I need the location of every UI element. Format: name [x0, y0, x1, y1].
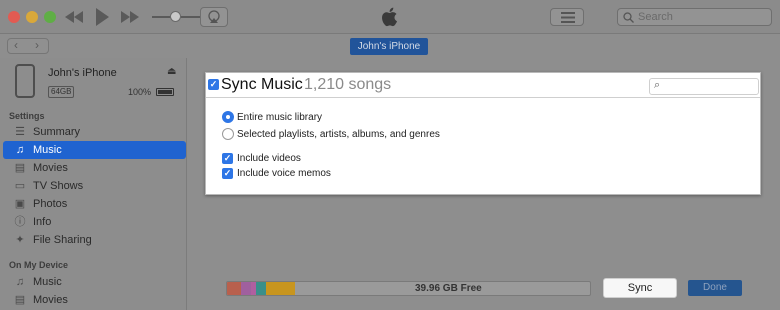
- storage-segment-apps: [256, 282, 266, 295]
- storage-segment-audio: [227, 282, 241, 295]
- device-summary[interactable]: John's iPhone ⏏ 64GB 100%: [0, 58, 187, 106]
- sidebar-item-tv-shows[interactable]: ▭ TV Shows: [0, 177, 187, 195]
- include-voice-memos-checkbox[interactable]: ✓: [222, 168, 233, 179]
- play-icon[interactable]: [94, 7, 110, 27]
- forward-arrow-icon[interactable]: ›: [35, 38, 39, 52]
- storage-segment-other: [266, 282, 295, 295]
- capacity-badge: 64GB: [48, 86, 75, 98]
- sidebar-item-summary[interactable]: ☰ Summary: [0, 123, 187, 141]
- device-button[interactable]: John's iPhone: [350, 38, 428, 55]
- selected-items-label: Selected playlists, artists, albums, and…: [237, 129, 440, 140]
- airplay-button[interactable]: [200, 7, 228, 27]
- title-bar: Search: [0, 0, 780, 34]
- battery-icon: [156, 88, 174, 96]
- file-sharing-icon: ✦: [15, 234, 25, 246]
- sidebar-item-music[interactable]: ♫ Music: [3, 141, 186, 159]
- storage-segment-video: [241, 282, 251, 295]
- sidebar-item-label: Info: [33, 216, 52, 228]
- info-icon: ⓘ: [14, 216, 26, 228]
- airplay-icon: [208, 10, 220, 23]
- back-arrow-icon[interactable]: ‹: [14, 38, 18, 52]
- settings-header: Settings: [9, 111, 45, 121]
- sidebar: John's iPhone ⏏ 64GB 100% Settings ☰ Sum…: [0, 58, 187, 310]
- back-forward-buttons: ‹ ›: [7, 38, 49, 54]
- song-count: 1,210 songs: [304, 76, 392, 93]
- zoom-window-button[interactable]: [44, 11, 56, 23]
- sync-music-checkbox[interactable]: ✓: [208, 79, 219, 90]
- sidebar-item-label: Movies: [33, 162, 68, 174]
- include-voice-memos-label: Include voice memos: [237, 168, 331, 179]
- sidebar-item-label: Photos: [33, 198, 68, 210]
- list-view-button[interactable]: [550, 8, 584, 26]
- sidebar-item-file-sharing[interactable]: ✦ File Sharing: [0, 231, 187, 249]
- volume-slider-knob[interactable]: [170, 11, 181, 22]
- sidebar-item-label: Summary: [33, 126, 81, 138]
- sidebar-item-photos[interactable]: ▣ Photos: [0, 195, 187, 213]
- panel-title: Sync Music: [221, 76, 303, 93]
- device-name: John's iPhone: [48, 67, 117, 79]
- sidebar-item-info[interactable]: ⓘ Info: [0, 213, 187, 231]
- music-note-icon: ♫: [15, 276, 25, 288]
- free-space-label: 39.96 GB Free: [415, 283, 482, 294]
- search-icon: ⌕: [654, 79, 661, 91]
- selected-items-radio[interactable]: [222, 128, 234, 140]
- sync-music-panel: ✓ Sync Music 1,210 songs ⌕ Entire music …: [205, 72, 761, 195]
- music-search-field[interactable]: ⌕: [649, 78, 759, 95]
- sidebar-item-device-movies[interactable]: ▤ Movies: [0, 291, 187, 309]
- done-button[interactable]: Done: [688, 280, 742, 296]
- music-note-icon: ♫: [15, 144, 25, 156]
- tv-icon: ▭: [14, 180, 26, 192]
- entire-library-radio[interactable]: [222, 111, 234, 123]
- sidebar-item-label: Music: [33, 276, 62, 288]
- entire-library-label: Entire music library: [237, 112, 323, 123]
- sync-button[interactable]: Sync: [603, 278, 677, 298]
- search-icon: [623, 12, 634, 23]
- eject-icon[interactable]: ⏏: [167, 66, 176, 77]
- film-icon: ▤: [14, 162, 26, 174]
- summary-icon: ☰: [15, 126, 25, 138]
- fast-forward-icon[interactable]: [120, 9, 140, 25]
- sidebar-item-device-music[interactable]: ♫ Music: [0, 273, 187, 291]
- panel-header: ✓ Sync Music 1,210 songs ⌕: [206, 73, 760, 98]
- battery-percentage: 100%: [128, 87, 152, 97]
- sidebar-item-movies[interactable]: ▤ Movies: [0, 159, 187, 177]
- film-icon: ▤: [14, 294, 26, 306]
- search-field[interactable]: Search: [617, 8, 772, 26]
- sidebar-item-label: File Sharing: [33, 234, 92, 246]
- search-placeholder: Search: [638, 11, 673, 23]
- minimize-window-button[interactable]: [26, 11, 38, 23]
- iphone-icon: [15, 64, 35, 98]
- on-my-device-header: On My Device: [9, 260, 69, 270]
- storage-usage-bar: 39.96 GB Free: [226, 281, 591, 296]
- close-window-button[interactable]: [8, 11, 20, 23]
- rewind-icon[interactable]: [64, 9, 84, 25]
- sidebar-item-label: Music: [33, 144, 62, 156]
- sidebar-item-label: TV Shows: [33, 180, 84, 192]
- list-icon: [561, 12, 575, 23]
- navigation-bar: ‹ › John's iPhone: [0, 34, 780, 58]
- apple-logo-icon: [382, 7, 397, 27]
- sidebar-item-label: Movies: [33, 294, 68, 306]
- camera-icon: ▣: [14, 198, 26, 210]
- include-videos-label: Include videos: [237, 153, 301, 164]
- include-videos-checkbox[interactable]: ✓: [222, 153, 233, 164]
